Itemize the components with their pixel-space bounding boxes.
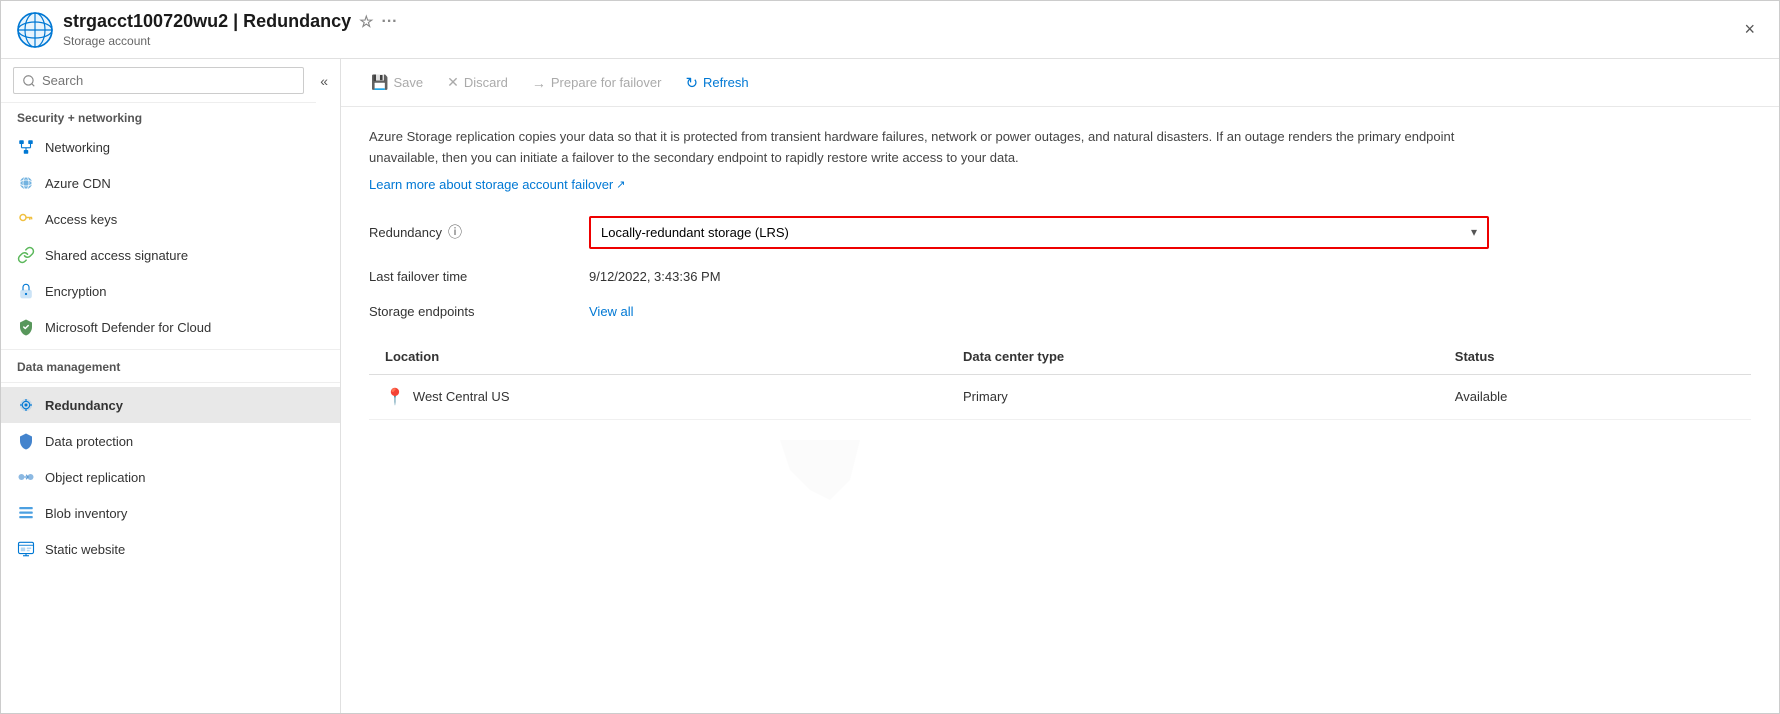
view-all-link[interactable]: View all [589,304,634,319]
prepare-failover-label: Prepare for failover [551,75,662,90]
discard-icon: ✕ [447,74,459,91]
sidebar-item-shared-access[interactable]: Shared access signature [1,237,340,273]
redundancy-select-wrapper: Locally-redundant storage (LRS) Geo-redu… [589,216,1489,249]
sidebar-collapse-button[interactable]: « [316,69,332,93]
window-subtitle: Storage account [63,34,398,48]
sidebar-item-label-static-website: Static website [45,542,324,557]
sidebar-item-redundancy[interactable]: Redundancy [1,387,340,423]
prepare-failover-button[interactable]: → Prepare for failover [522,70,672,96]
col-status: Status [1439,339,1751,375]
discard-button[interactable]: ✕ Discard [437,69,518,96]
learn-more-text: Learn more about storage account failove… [369,177,613,192]
save-label: Save [393,75,423,90]
sidebar-item-label-shared-access: Shared access signature [45,248,324,263]
redundancy-select[interactable]: Locally-redundant storage (LRS) Geo-redu… [591,218,1487,247]
more-options-icon[interactable]: ··· [382,13,398,31]
col-location: Location [369,339,947,375]
content-panel: 💾 Save ✕ Discard → Prepare for failover … [341,59,1779,560]
section-divider [1,382,340,383]
link-icon [17,246,35,264]
networking-icon [17,138,35,156]
title-text-group: strgacct100720wu2 | Redundancy ☆ ··· Sto… [63,11,398,48]
world-map-bg [369,440,1751,540]
sidebar-item-access-keys[interactable]: Access keys [1,201,340,237]
close-button[interactable]: × [1736,15,1763,44]
save-icon: 💾 [371,74,388,91]
discard-label: Discard [464,75,508,90]
title-bar: strgacct100720wu2 | Redundancy ☆ ··· Sto… [1,1,1779,59]
description-text: Azure Storage replication copies your da… [369,127,1469,169]
sidebar-nav: Security + networking [1,103,340,713]
learn-more-link[interactable]: Learn more about storage account failove… [369,177,625,192]
endpoints-row: Storage endpoints View all [369,304,1751,319]
window-title: strgacct100720wu2 | Redundancy [63,11,351,32]
sidebar-item-label-encryption: Encryption [45,284,324,299]
cell-location: 📍 West Central US [369,374,947,419]
sidebar-item-data-protection[interactable]: Data protection [1,423,340,459]
redundancy-label: Redundancy ⓘ [369,222,589,242]
sidebar-item-label-data-protection: Data protection [45,434,324,449]
locations-table: Location Data center type Status 📍 [369,339,1751,420]
refresh-button[interactable]: ↻ Refresh [675,69,758,97]
col-data-center-type: Data center type [947,339,1439,375]
redundancy-info-icon[interactable]: ⓘ [448,222,462,242]
content-wrapper: 💾 Save ✕ Discard → Prepare for failover … [341,59,1779,713]
sidebar-item-networking[interactable]: Networking [1,129,340,165]
arrow-icon: → [532,75,546,91]
cell-status: Available [1439,374,1751,419]
sidebar-item-label-defender: Microsoft Defender for Cloud [45,320,324,335]
external-link-icon: ↗ [616,178,625,191]
favorite-icon[interactable]: ☆ [359,12,373,32]
table-header-row: Location Data center type Status [369,339,1751,375]
failover-label: Last failover time [369,269,589,284]
location-pin-icon: 📍 [385,387,405,407]
sidebar-item-label-redundancy: Redundancy [45,398,324,413]
content-body: Azure Storage replication copies your da… [341,107,1779,560]
sidebar-item-label-access-keys: Access keys [45,212,324,227]
cdn-icon [17,174,35,192]
save-button[interactable]: 💾 Save [361,69,433,96]
failover-value: 9/12/2022, 3:43:36 PM [589,269,721,284]
sidebar-item-blob-inventory[interactable]: Blob inventory [1,495,340,531]
sidebar-search-container [1,59,316,103]
failover-row: Last failover time 9/12/2022, 3:43:36 PM [369,269,1751,284]
sidebar-item-label-networking: Networking [45,140,324,155]
endpoints-label: Storage endpoints [369,304,589,319]
sidebar-item-object-replication[interactable]: Object replication [1,459,340,495]
sidebar-item-azure-cdn[interactable]: Azure CDN [1,165,340,201]
encryption-icon [17,282,35,300]
table-row: 📍 West Central US Primary Available [369,374,1751,419]
sidebar-item-label-object-replication: Object replication [45,470,324,485]
redundancy-icon [17,396,35,414]
sidebar-item-label-blob-inventory: Blob inventory [45,506,324,521]
toolbar: 💾 Save ✕ Discard → Prepare for failover … [341,59,1779,107]
section-data-management-label: Data management [1,349,340,378]
sidebar-search-row: « [1,59,340,103]
sidebar-item-defender[interactable]: Microsoft Defender for Cloud [1,309,340,345]
website-icon [17,540,35,558]
cell-data-center-type: Primary [947,374,1439,419]
redundancy-form-row: Redundancy ⓘ Locally-redundant storage (… [369,216,1751,249]
sidebar-item-label-cdn: Azure CDN [45,176,324,191]
app-icon [17,12,53,48]
refresh-label: Refresh [703,75,749,90]
refresh-icon: ↻ [685,74,698,92]
sidebar-item-static-website[interactable]: Static website [1,531,340,567]
key-icon [17,210,35,228]
shield-icon [17,432,35,450]
app-window: strgacct100720wu2 | Redundancy ☆ ··· Sto… [0,0,1780,714]
sidebar: « Security + networking [1,59,341,713]
search-input[interactable] [13,67,304,94]
replication-icon [17,468,35,486]
sidebar-item-encryption[interactable]: Encryption [1,273,340,309]
defender-icon [17,318,35,336]
main-layout: « Security + networking [1,59,1779,713]
section-security-networking-label: Security + networking [1,103,340,129]
blob-icon [17,504,35,522]
